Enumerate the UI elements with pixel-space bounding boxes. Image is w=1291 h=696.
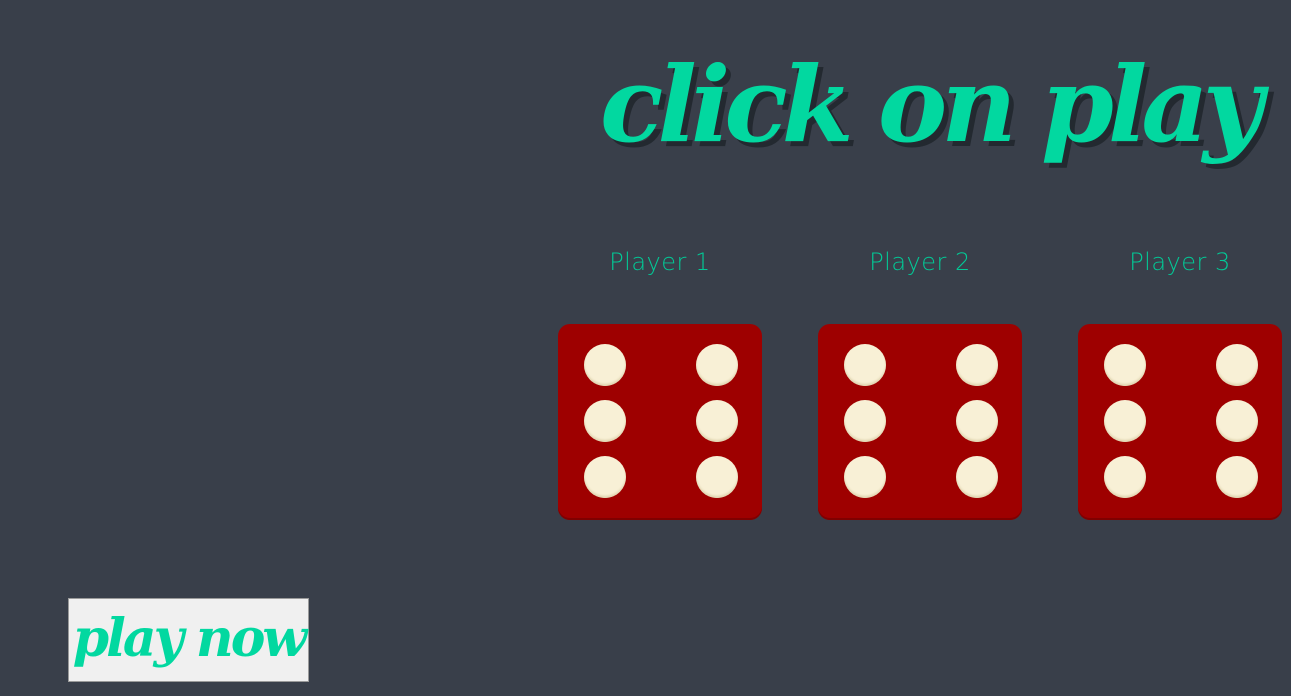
die-pip	[584, 456, 626, 498]
headline: click on play	[600, 43, 1263, 166]
die-player-2	[818, 324, 1022, 520]
die-pip	[956, 456, 998, 498]
die-pip	[696, 344, 738, 386]
die-pip	[1216, 400, 1258, 442]
player-1: Player 1	[558, 240, 762, 520]
die-pip	[1104, 344, 1146, 386]
die-pip	[956, 400, 998, 442]
die-pip	[844, 400, 886, 442]
die-pip	[1216, 456, 1258, 498]
player-3: Player 3	[1078, 240, 1282, 520]
die-pip	[584, 400, 626, 442]
die-pip	[1216, 344, 1258, 386]
die-pip	[844, 456, 886, 498]
die-pip	[584, 344, 626, 386]
player-2: Player 2	[818, 240, 1022, 520]
die-player-1	[558, 324, 762, 520]
die-pip	[1104, 456, 1146, 498]
die-pip	[956, 344, 998, 386]
die-player-3	[1078, 324, 1282, 520]
die-pip	[1104, 400, 1146, 442]
die-pip	[696, 400, 738, 442]
die-pip	[844, 344, 886, 386]
player-label: Player 1	[609, 248, 711, 276]
play-now-button[interactable]: play now	[68, 598, 309, 682]
player-label: Player 3	[1129, 248, 1231, 276]
player-label: Player 2	[869, 248, 971, 276]
die-pip	[696, 456, 738, 498]
